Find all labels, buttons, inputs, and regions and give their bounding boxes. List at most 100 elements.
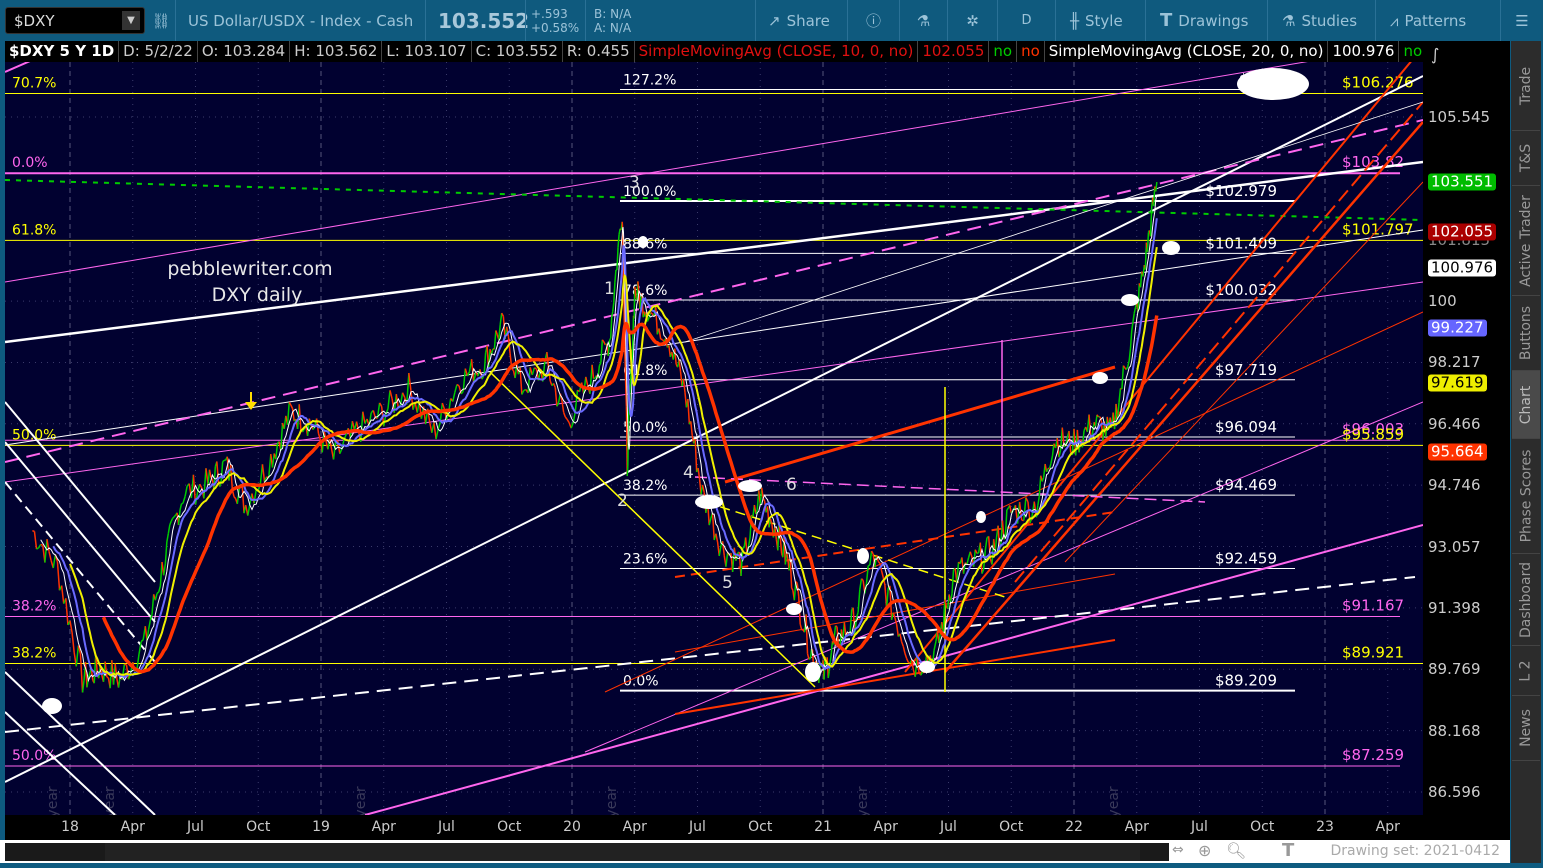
price-bar	[1094, 414, 1098, 427]
share-icon: ↗	[768, 11, 781, 30]
scrollbar-thumb[interactable]	[105, 843, 1140, 861]
symbol-description: US Dollar/USDX - Index - Cash	[175, 0, 425, 41]
zoom-icon[interactable]: 🔍︎	[1226, 841, 1246, 860]
symbol-input[interactable]: $DXY ▼	[5, 7, 145, 34]
time-tick-label: 19	[312, 819, 330, 835]
drawings-button[interactable]: T Drawings	[1145, 0, 1267, 41]
close-value: C: 103.552	[472, 41, 563, 62]
flask-button[interactable]: ⚗	[899, 0, 947, 41]
price-bar	[899, 633, 903, 643]
price-bar	[711, 512, 715, 541]
style-button[interactable]: ╫ Style	[1055, 0, 1145, 41]
scrollbar[interactable]	[5, 843, 1169, 861]
trendline	[684, 101, 1424, 343]
price-bar	[849, 610, 853, 633]
price-bar	[164, 541, 168, 564]
sidebar-tab-dashboard[interactable]: Dashboard	[1512, 554, 1540, 646]
price-bar	[690, 421, 694, 436]
price-bar	[554, 387, 558, 407]
menu-button[interactable]: ☰	[1500, 0, 1543, 41]
price-bar	[493, 330, 497, 350]
price-bar	[208, 469, 212, 478]
pan-icon[interactable]: ⇔	[1172, 842, 1184, 858]
studies-button[interactable]: ⚗ Studies	[1267, 0, 1375, 41]
time-tick-label: Oct	[246, 819, 271, 835]
price-bar	[462, 368, 467, 392]
chevron-down-icon[interactable]: ▼	[122, 11, 140, 30]
chart-canvas[interactable]: 2017 year2018 year2019 year2020 year2021…	[4, 1, 1424, 858]
price-bar	[389, 390, 393, 399]
drawing-set-selector[interactable]: Drawing set: 2021-0412	[1330, 843, 1500, 859]
sma10-label[interactable]: SimpleMovingAvg (CLOSE, 10, 0, no)	[635, 41, 919, 62]
price-bar	[106, 676, 109, 679]
price-axis[interactable]: ∫ 101.815105.54510098.21796.46694.74693.…	[1423, 41, 1510, 840]
marker-ellipse	[805, 662, 821, 682]
aggregation-button[interactable]: D	[997, 0, 1055, 41]
marker-ellipse	[1121, 294, 1139, 306]
sidebar-tab-label: T&S	[1518, 143, 1535, 173]
price-bar	[247, 504, 251, 516]
sidebar-tab-label: Phase Scores	[1518, 449, 1535, 543]
trendline	[4, 441, 156, 623]
price-bar	[48, 551, 52, 561]
price-bar	[976, 552, 979, 555]
price-bar	[286, 402, 290, 425]
candle-icon: ╫	[1070, 11, 1080, 30]
price-bar	[290, 404, 294, 409]
price-bar	[466, 371, 471, 377]
price-chart[interactable]: 2017 year2018 year2019 year2020 year2021…	[4, 1, 1424, 858]
fib-level-label: 38.2%	[623, 478, 667, 494]
sidebar-tab-buttons[interactable]: Buttons	[1512, 296, 1540, 371]
price-bar	[682, 378, 686, 393]
marker-ellipse	[786, 603, 802, 615]
price-bar	[1129, 330, 1133, 349]
price-bar	[1139, 271, 1143, 288]
price-bar	[611, 311, 614, 318]
time-axis[interactable]: 18 Apr Jul Oct 19 Apr Jul Oct 20 Apr Jul Oct 21 Apr Ju…	[5, 815, 1423, 840]
price-bar	[408, 372, 412, 391]
price-bar	[650, 311, 653, 315]
price-bar	[162, 563, 167, 576]
price-bar	[562, 412, 567, 418]
text-tool-icon[interactable]: T	[1282, 840, 1294, 861]
price-bar	[65, 598, 69, 626]
sidebar-tab-l-2[interactable]: L 2	[1512, 646, 1540, 696]
time-tick-label: 22	[1065, 819, 1083, 835]
trendline	[4, 1, 166, 73]
info-button[interactable]: ⓘ	[847, 0, 899, 41]
price-bar	[877, 560, 881, 564]
sidebar-tab-active-trader[interactable]: Active Trader	[1512, 186, 1540, 296]
price-bar	[81, 680, 85, 693]
sma20-label[interactable]: SimpleMovingAvg (CLOSE, 20, 0, no)	[1045, 41, 1329, 62]
price-bar	[154, 593, 158, 601]
sidebar-tab-trade[interactable]: Trade	[1512, 41, 1540, 131]
price-bar	[984, 537, 988, 551]
share-button[interactable]: ↗ Share	[755, 0, 847, 41]
marker-ellipse	[42, 698, 62, 714]
autoscale-icon[interactable]: ∫	[1431, 45, 1455, 67]
price-bar	[895, 624, 900, 637]
price-bar	[531, 367, 536, 376]
price-bar	[827, 671, 831, 679]
sidebar-tab-label: News	[1518, 709, 1534, 747]
price-bar	[678, 359, 682, 372]
price-bar	[612, 302, 615, 312]
sidebar-tab-chart[interactable]: Chart	[1512, 371, 1540, 439]
sidebar-tab-phase-scores[interactable]: Phase Scores	[1512, 439, 1540, 554]
link-icon[interactable]: ⛓	[150, 0, 172, 41]
price-bar	[280, 422, 284, 451]
price-bar	[452, 392, 456, 402]
marker-ellipse	[1162, 241, 1180, 255]
bottom-bar: ⇔ ⊕ 🔍︎ T Drawing set: 2021-0412	[0, 840, 1510, 863]
sidebar-tab-t-s[interactable]: T&S	[1512, 131, 1540, 186]
time-tick-label: 18	[61, 819, 79, 835]
sidebar-tab-news[interactable]: News	[1512, 696, 1540, 761]
price-bar	[203, 468, 207, 499]
crosshair-icon[interactable]: ⊕	[1198, 841, 1211, 860]
settings-button[interactable]: ✲	[947, 0, 997, 41]
marker-ellipse	[919, 661, 935, 673]
patterns-button[interactable]: ⩘ Patterns	[1375, 0, 1500, 41]
price-bar	[570, 422, 574, 429]
price-bar	[483, 352, 487, 375]
chart-title: $DXY 5 Y 1D	[5, 41, 120, 62]
